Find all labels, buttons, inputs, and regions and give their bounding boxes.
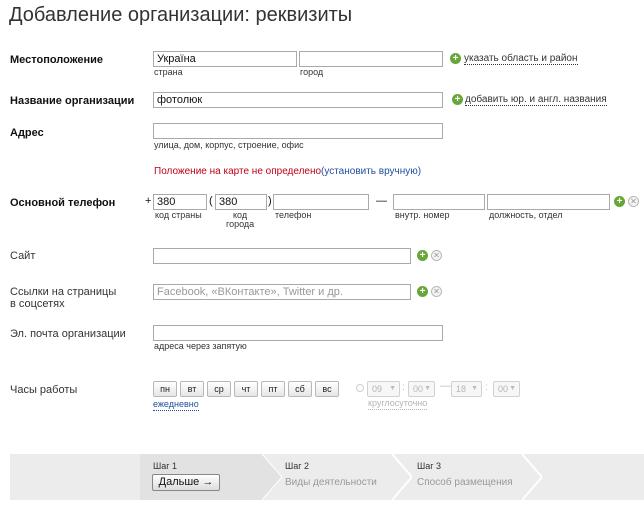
org-name-field[interactable]	[153, 92, 443, 108]
from-hour-value: 09	[372, 384, 383, 394]
to-min-value: 00	[498, 384, 509, 394]
phone-plus-sign: +	[145, 195, 152, 207]
weekday-button[interactable]: чт	[234, 381, 258, 397]
step-1-number: Шаг 1	[153, 461, 178, 471]
time-dash: —	[440, 380, 451, 392]
city-sublabel: город	[300, 67, 324, 77]
step-2-chevron	[392, 454, 412, 500]
org-name-label: Название организации	[10, 95, 135, 107]
email-label: Эл. почта организации	[10, 328, 126, 340]
add-site-icon[interactable]: +	[417, 250, 428, 261]
to-min-select[interactable]: 00 ▼	[493, 381, 520, 397]
department-field[interactable]	[487, 194, 610, 210]
time-radio[interactable]	[356, 384, 364, 392]
from-min-value: 00	[413, 384, 424, 394]
weekday-button[interactable]: сб	[288, 381, 312, 397]
from-min-select[interactable]: 00 ▼	[408, 381, 435, 397]
address-sublabel: улица, дом, корпус, строение, офис	[154, 140, 304, 150]
round-the-clock-link[interactable]: круглосуточно	[368, 398, 428, 410]
social-links-field[interactable]	[153, 284, 411, 300]
extension-field[interactable]	[393, 194, 485, 210]
chevron-down-icon: ▼	[471, 385, 478, 392]
time-colon: :	[402, 382, 405, 393]
weekday-button[interactable]: ср	[207, 381, 231, 397]
remove-social-icon[interactable]: ✕	[431, 286, 442, 297]
map-status-text: Положение на карте не определено	[154, 166, 322, 177]
from-hour-select[interactable]: 09 ▼	[367, 381, 400, 397]
city-code-field[interactable]	[215, 194, 267, 210]
to-hour-select[interactable]: 18 ▼	[451, 381, 482, 397]
to-hour-value: 18	[456, 384, 467, 394]
open-paren: (	[209, 195, 213, 207]
hours-label: Часы работы	[10, 384, 78, 396]
set-location-link[interactable]: (установить вручную)	[321, 166, 421, 177]
address-field[interactable]	[153, 123, 443, 139]
email-field[interactable]	[153, 325, 443, 341]
weekday-button[interactable]: вс	[315, 381, 339, 397]
department-sublabel: должность, отдел	[489, 210, 563, 220]
social-label-line2: в соцсетях	[10, 298, 65, 310]
daily-link[interactable]: ежедневно	[153, 399, 199, 411]
add-names-icon[interactable]: +	[452, 94, 463, 105]
country-code-field[interactable]	[153, 194, 207, 210]
next-button[interactable]: Дальше →	[152, 474, 220, 491]
step-2-number: Шаг 2	[285, 461, 310, 471]
city-code-sublabel-2: города	[226, 219, 255, 229]
chevron-down-icon: ▼	[509, 385, 516, 392]
add-phone-icon[interactable]: +	[614, 196, 625, 207]
chevron-down-icon: ▼	[424, 385, 431, 392]
site-label: Сайт	[10, 250, 36, 262]
address-label: Адрес	[10, 127, 44, 139]
add-names-link[interactable]: добавить юр. и англ. названия	[465, 94, 607, 106]
page-title: Добавление организации: реквизиты	[9, 4, 353, 26]
location-label: Местоположение	[10, 54, 104, 66]
close-paren: )	[268, 195, 272, 207]
add-region-icon[interactable]: +	[450, 53, 461, 64]
extension-sublabel: внутр. номер	[395, 210, 450, 220]
add-social-icon[interactable]: +	[417, 286, 428, 297]
weekday-button[interactable]: вт	[180, 381, 204, 397]
step-3-number: Шаг 3	[417, 461, 442, 471]
step-2-name: Виды деятельности	[285, 477, 377, 488]
remove-phone-icon[interactable]: ✕	[628, 196, 639, 207]
chevron-down-icon: ▼	[389, 385, 396, 392]
weekday-button[interactable]: пн	[153, 381, 177, 397]
country-code-sublabel: код страны	[155, 210, 202, 220]
phone-dash: —	[376, 195, 387, 207]
city-field[interactable]	[299, 51, 443, 67]
time-colon-2: :	[485, 382, 488, 393]
phone-number-field[interactable]	[273, 194, 369, 210]
add-region-link[interactable]: указать область и район	[464, 53, 578, 65]
phone-label: Основной телефон	[10, 197, 116, 209]
step-1-chevron	[262, 454, 282, 500]
country-sublabel: страна	[154, 67, 183, 77]
weekday-button[interactable]: пт	[261, 381, 285, 397]
phone-number-sublabel: телефон	[275, 210, 312, 220]
site-field[interactable]	[153, 248, 411, 264]
step-3-name: Способ размещения	[417, 477, 513, 488]
step-3-chevron	[522, 454, 542, 500]
remove-site-icon[interactable]: ✕	[431, 250, 442, 261]
country-field[interactable]	[153, 51, 297, 67]
email-sublabel: адреса через запятую	[154, 341, 247, 351]
